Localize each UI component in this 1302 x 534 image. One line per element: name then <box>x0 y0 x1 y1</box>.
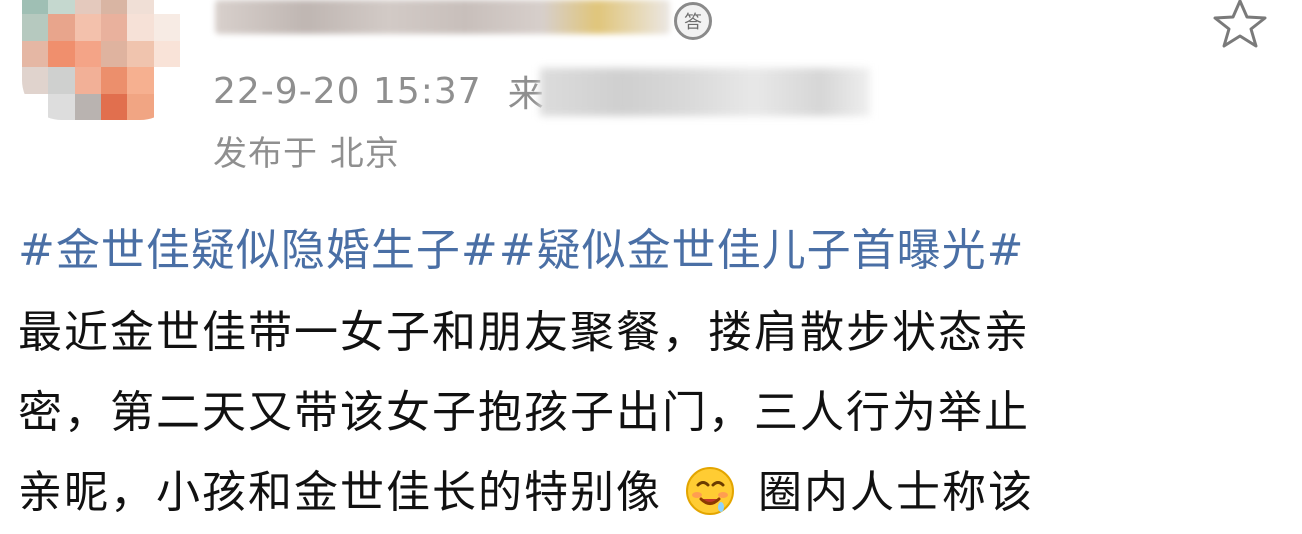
hashtag-link-2[interactable]: #疑似金世佳儿子首曝光# <box>499 225 1025 276</box>
post-body-text: 亲昵，小孩和金世佳长的特别像 <box>18 467 662 518</box>
verified-badge-icon: 答 <box>674 2 712 40</box>
avatar[interactable] <box>22 0 180 120</box>
hashtag-row: #金世佳疑似隐婚生子##疑似金世佳儿子首曝光# <box>18 214 1024 278</box>
post-source-blurred <box>540 68 870 116</box>
star-outline-icon[interactable] <box>1210 0 1270 50</box>
post-timestamp: 22-9-20 15:37 <box>213 70 482 112</box>
post-body-text: 圈内人士称该 <box>758 467 1034 518</box>
post-location: 发布于 北京 <box>213 134 400 174</box>
post-meta: 22-9-20 15:37 来 <box>213 66 544 116</box>
post-body-line: 密，第二天又带该女子抱孩子出门，三人行为举止 <box>18 387 1030 438</box>
post-body-line: 亲昵，小孩和金世佳长的特别像 圈内人士称该 <box>18 456 1034 520</box>
username-blurred[interactable] <box>215 0 670 34</box>
post-body-line: 最近金世佳带一女子和朋友聚餐，搂肩散步状态亲 <box>18 307 1030 358</box>
post-source-partial: 来 <box>507 74 544 115</box>
hashtag-link-1[interactable]: #金世佳疑似隐婚生子# <box>18 225 499 276</box>
drooling-face-emoji-icon <box>686 467 734 515</box>
